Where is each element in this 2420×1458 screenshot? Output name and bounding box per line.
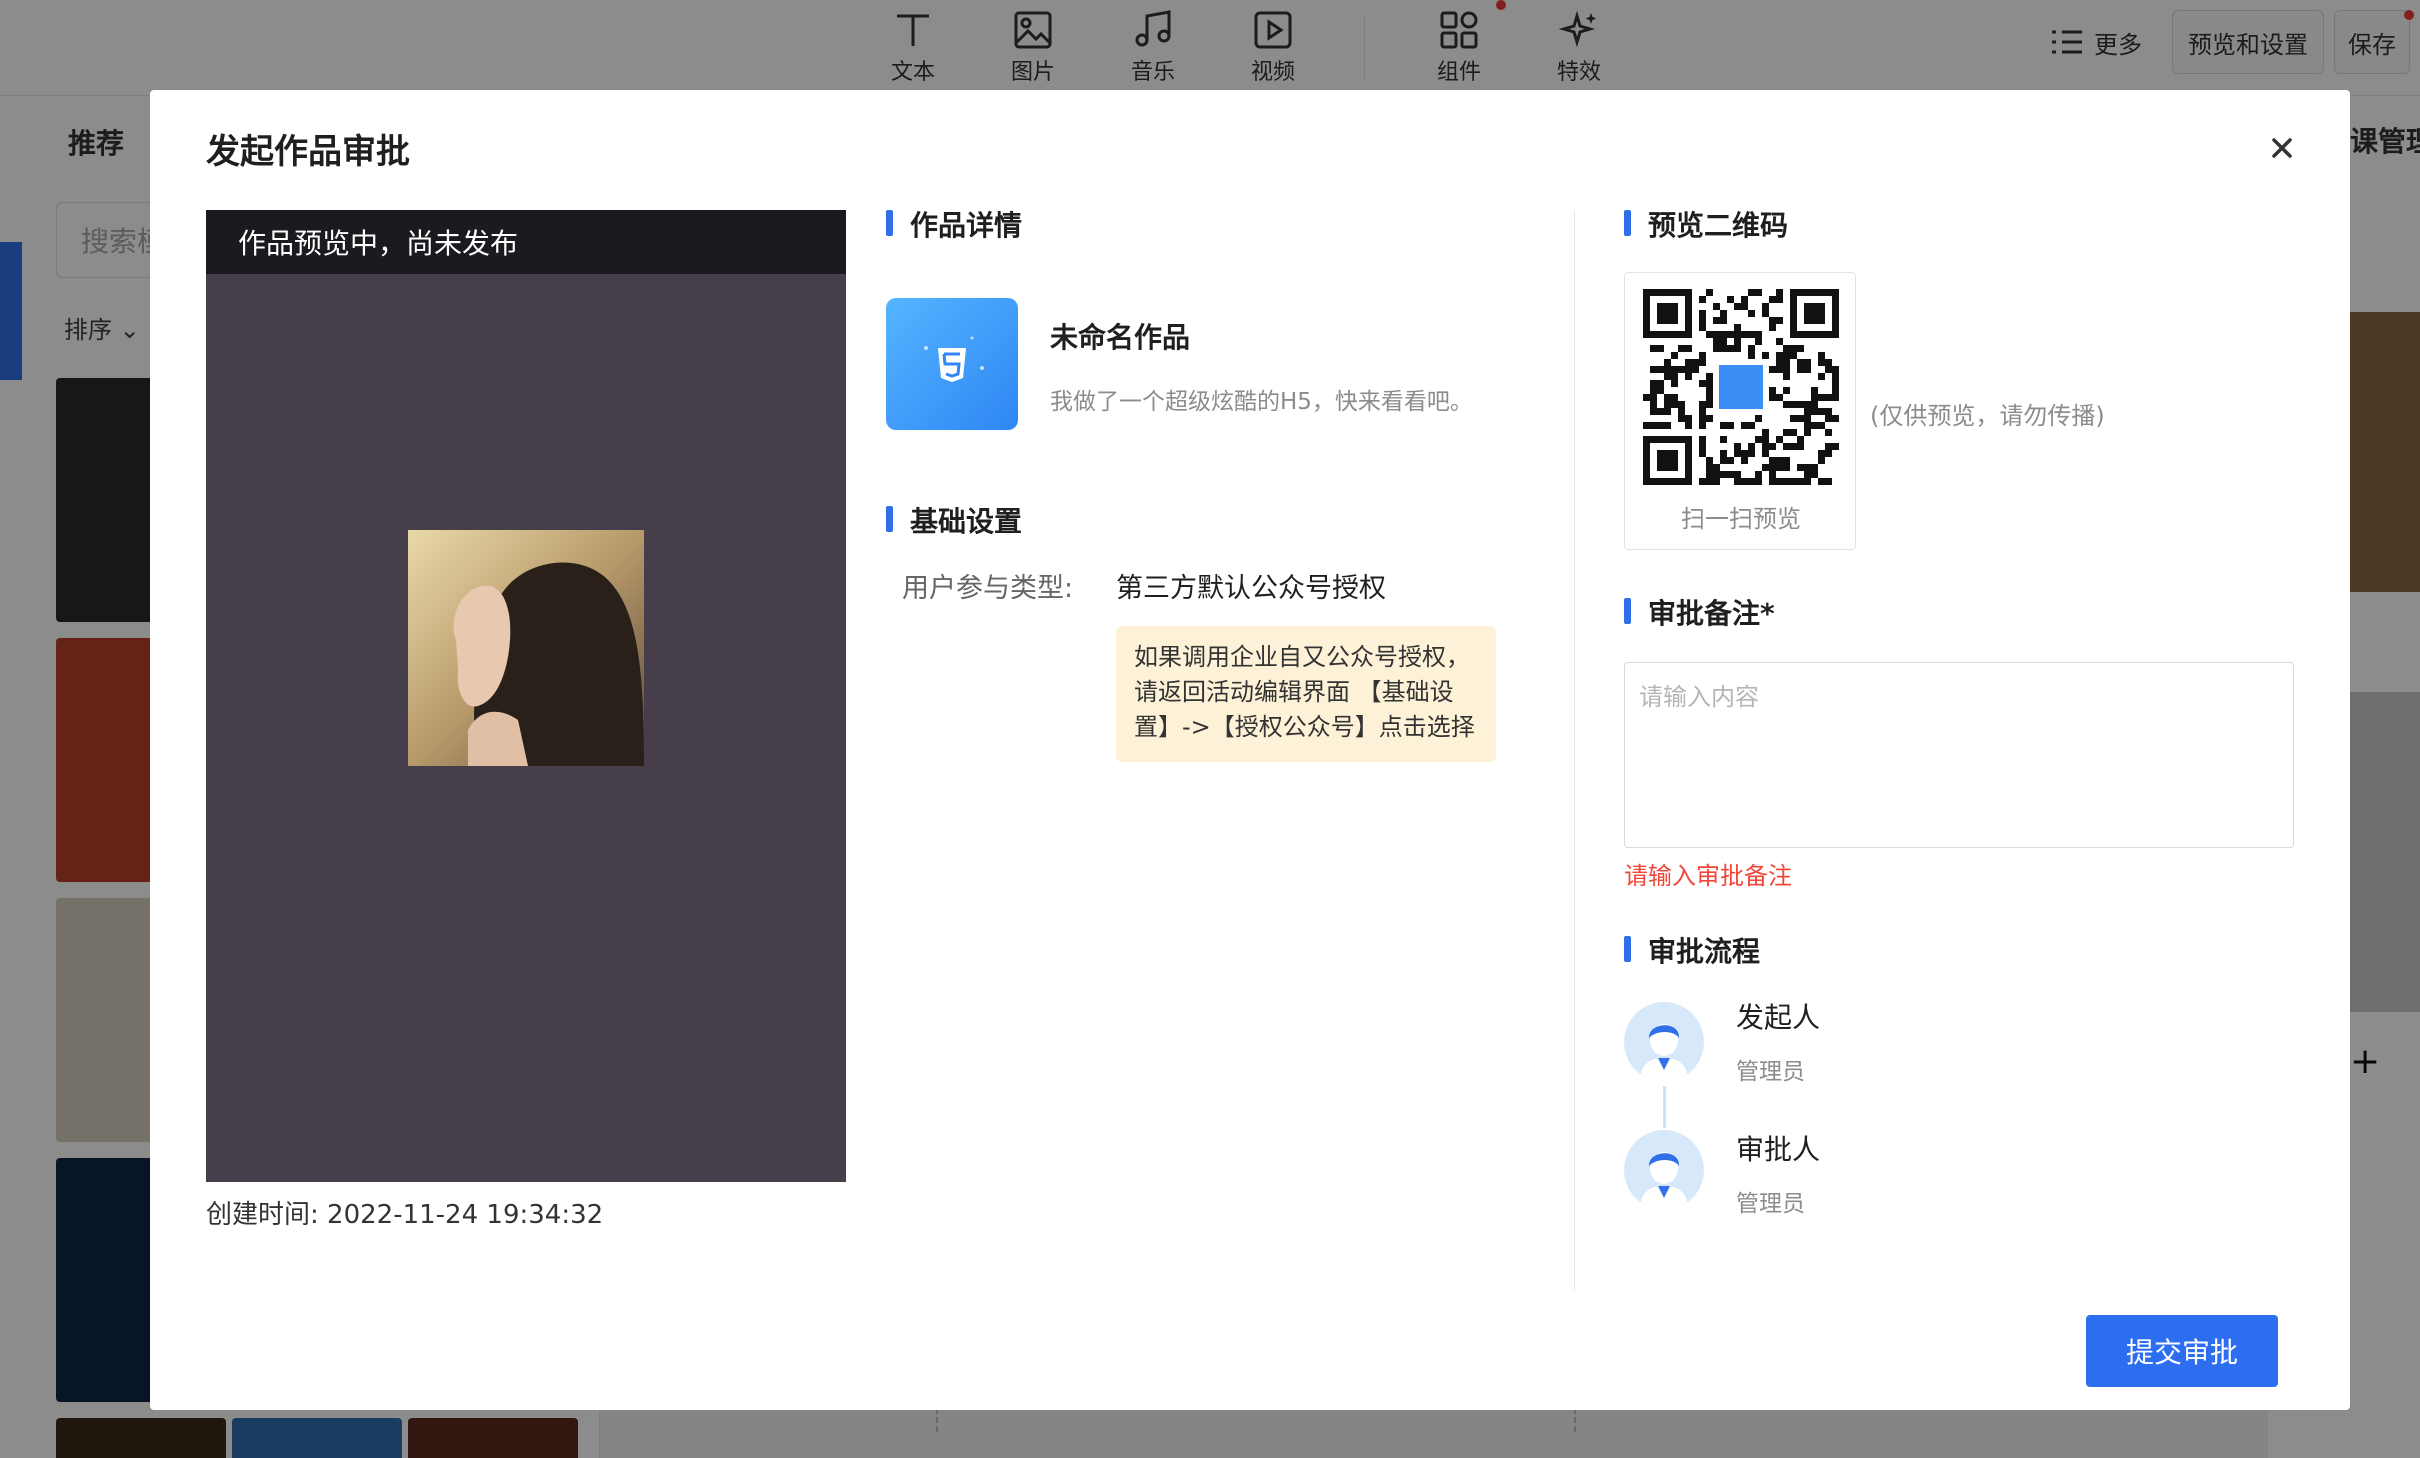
preview-banner: 作品预览中，尚未发布 <box>206 210 846 274</box>
flow-step-role: 审批人 <box>1736 1133 1821 1166</box>
section-title-basic: 基础设置 <box>886 500 1022 540</box>
section-title-remark: 审批备注* <box>1624 592 1775 632</box>
qr-code-box: 扫一扫预览 <box>1624 272 1856 550</box>
created-time: 创建时间: 2022-11-24 19:34:32 <box>206 1194 603 1231</box>
close-icon[interactable] <box>2262 128 2302 168</box>
participation-type-value: 第三方默认公众号授权 <box>1116 573 1386 604</box>
dialog-title: 发起作品审批 <box>206 132 410 172</box>
work-description: 我做了一个超级炫酷的H5，快来看看吧。 <box>1050 389 1473 415</box>
qr-caption: 扫一扫预览 <box>1681 505 1801 533</box>
work-preview: 作品预览中，尚未发布 <box>206 210 846 1182</box>
flow-step-person: 管理员 <box>1736 1191 1805 1217</box>
flow-connector <box>1663 1086 1666 1128</box>
remark-textarea[interactable] <box>1624 662 2294 848</box>
flow-step-role: 发起人 <box>1736 1001 1821 1034</box>
section-title-qr: 预览二维码 <box>1624 204 1788 244</box>
preview-photo <box>408 530 644 766</box>
approval-dialog: 发起作品审批 作品预览中，尚未发布 创建时间: 2022-11-24 19:34… <box>150 90 2350 1410</box>
remark-error: 请输入审批备注 <box>1624 862 1792 890</box>
html5-icon <box>886 298 1018 430</box>
submit-approval-button[interactable]: 提交审批 <box>2086 1315 2278 1387</box>
section-title-details: 作品详情 <box>886 204 1022 244</box>
flow-step-person: 管理员 <box>1736 1059 1805 1085</box>
section-title-flow: 审批流程 <box>1624 930 1760 970</box>
participation-type-label: 用户参与类型: <box>902 573 1074 604</box>
initiator-avatar-icon <box>1624 1002 1704 1082</box>
column-divider <box>1574 210 1575 1290</box>
qr-code-icon <box>1643 289 1839 485</box>
created-value: 2022-11-24 19:34:32 <box>327 1200 604 1230</box>
created-label: 创建时间: <box>206 1200 319 1230</box>
required-star: * <box>1760 597 1775 630</box>
authorization-tip: 如果调用企业自又公众号授权，请返回活动编辑界面 【基础设置】->【授权公众号】点… <box>1116 626 1496 762</box>
remark-title: 审批备注 <box>1648 597 1761 630</box>
qr-note: (仅供预览，请勿传播) <box>1870 402 2105 430</box>
work-name: 未命名作品 <box>1050 321 1191 354</box>
approver-avatar-icon <box>1624 1130 1704 1210</box>
